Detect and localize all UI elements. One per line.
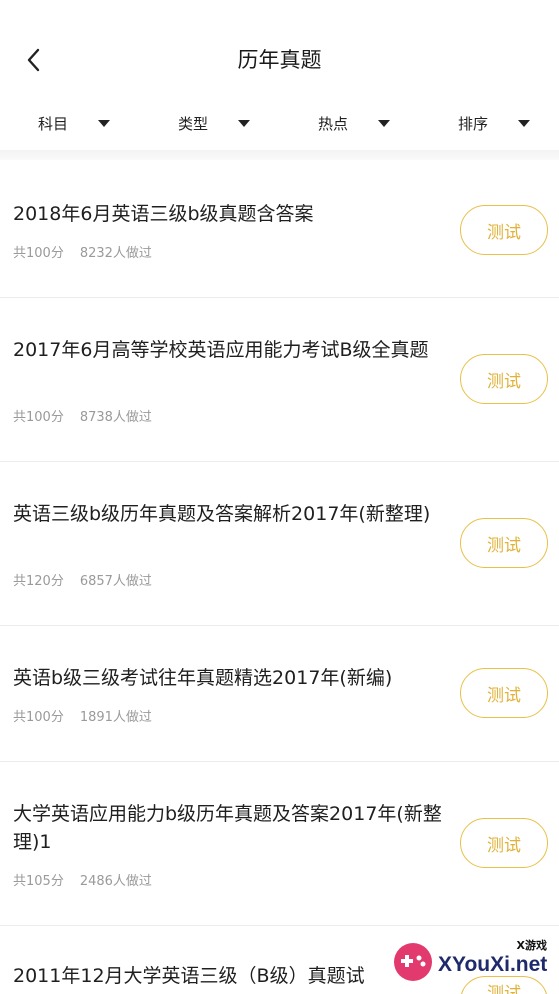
- item-meta: 共100分 8738人做过: [13, 406, 152, 425]
- list-item[interactable]: 英语b级三级考试往年真题精选2017年(新编) 共100分 1891人做过 测试: [0, 626, 559, 762]
- caret-down-icon: [98, 119, 111, 127]
- test-button[interactable]: 测试: [460, 205, 548, 255]
- list-item[interactable]: 2018年6月英语三级b级真题含答案 共100分 8232人做过 测试: [0, 160, 559, 298]
- item-count: 1891人做过: [79, 710, 152, 725]
- item-title: 2017年6月高等学校英语应用能力考试B级全真题: [13, 339, 429, 361]
- filter-sort-label: 排序: [458, 114, 489, 133]
- watermark-text: XYouXi.net: [438, 953, 548, 976]
- gamepad-logo-icon: [394, 943, 432, 981]
- watermark-small-text: X游戏: [516, 939, 547, 952]
- item-meta: 共100分 1891人做过: [13, 706, 152, 725]
- list-item[interactable]: 大学英语应用能力b级历年真题及答案2017年(新整理)1 共105分 2486人…: [0, 762, 559, 926]
- caret-down-icon: [238, 119, 251, 127]
- filter-subject-label: 科目: [38, 114, 69, 133]
- item-score: 共120分: [13, 574, 64, 589]
- page-title: 历年真题: [237, 48, 322, 72]
- item-title: 英语b级三级考试往年真题精选2017年(新编): [13, 667, 393, 689]
- filter-sort[interactable]: 排序: [458, 110, 531, 136]
- item-meta: 共105分 2486人做过: [13, 870, 152, 889]
- filter-type[interactable]: 类型: [178, 110, 251, 136]
- watermark: X游戏 XYouXi.net: [392, 935, 559, 994]
- caret-down-icon: [518, 119, 531, 127]
- test-button[interactable]: 测试: [460, 518, 548, 568]
- filter-hot-label: 热点: [318, 114, 349, 133]
- item-count: 8232人做过: [79, 246, 152, 261]
- item-score: 共100分: [13, 410, 64, 425]
- item-count: 2486人做过: [79, 874, 152, 889]
- item-title: 英语三级b级历年真题及答案解析2017年(新整理): [13, 503, 431, 525]
- list-item[interactable]: 英语三级b级历年真题及答案解析2017年(新整理) 共120分 6857人做过 …: [0, 462, 559, 626]
- item-score: 共100分: [13, 246, 64, 261]
- item-title: 大学英语应用能力b级历年真题及答案2017年(新整理)1: [13, 803, 442, 853]
- item-score: 共105分: [13, 874, 64, 889]
- item-title: 2018年6月英语三级b级真题含答案: [13, 203, 314, 225]
- header: 历年真题: [0, 0, 559, 100]
- list-item[interactable]: 2017年6月高等学校英语应用能力考试B级全真题 共100分 8738人做过 测…: [0, 298, 559, 462]
- section-divider: [0, 150, 559, 160]
- item-count: 8738人做过: [79, 410, 152, 425]
- item-meta: 共120分 6857人做过: [13, 570, 152, 589]
- test-button[interactable]: 测试: [460, 668, 548, 718]
- exam-list: 2018年6月英语三级b级真题含答案 共100分 8232人做过 测试 2017…: [0, 160, 559, 994]
- item-meta: 共100分 8232人做过: [13, 242, 152, 261]
- item-count: 6857人做过: [79, 574, 152, 589]
- item-score: 共100分: [13, 710, 64, 725]
- filter-bar: 科目 类型 热点 排序: [0, 100, 559, 146]
- test-button[interactable]: 测试: [460, 818, 548, 868]
- filter-hot[interactable]: 热点: [318, 110, 391, 136]
- test-button[interactable]: 测试: [460, 354, 548, 404]
- item-title: 2011年12月大学英语三级（B级）真题试: [13, 965, 365, 987]
- filter-subject[interactable]: 科目: [38, 110, 111, 136]
- filter-type-label: 类型: [178, 114, 209, 133]
- caret-down-icon: [378, 119, 391, 127]
